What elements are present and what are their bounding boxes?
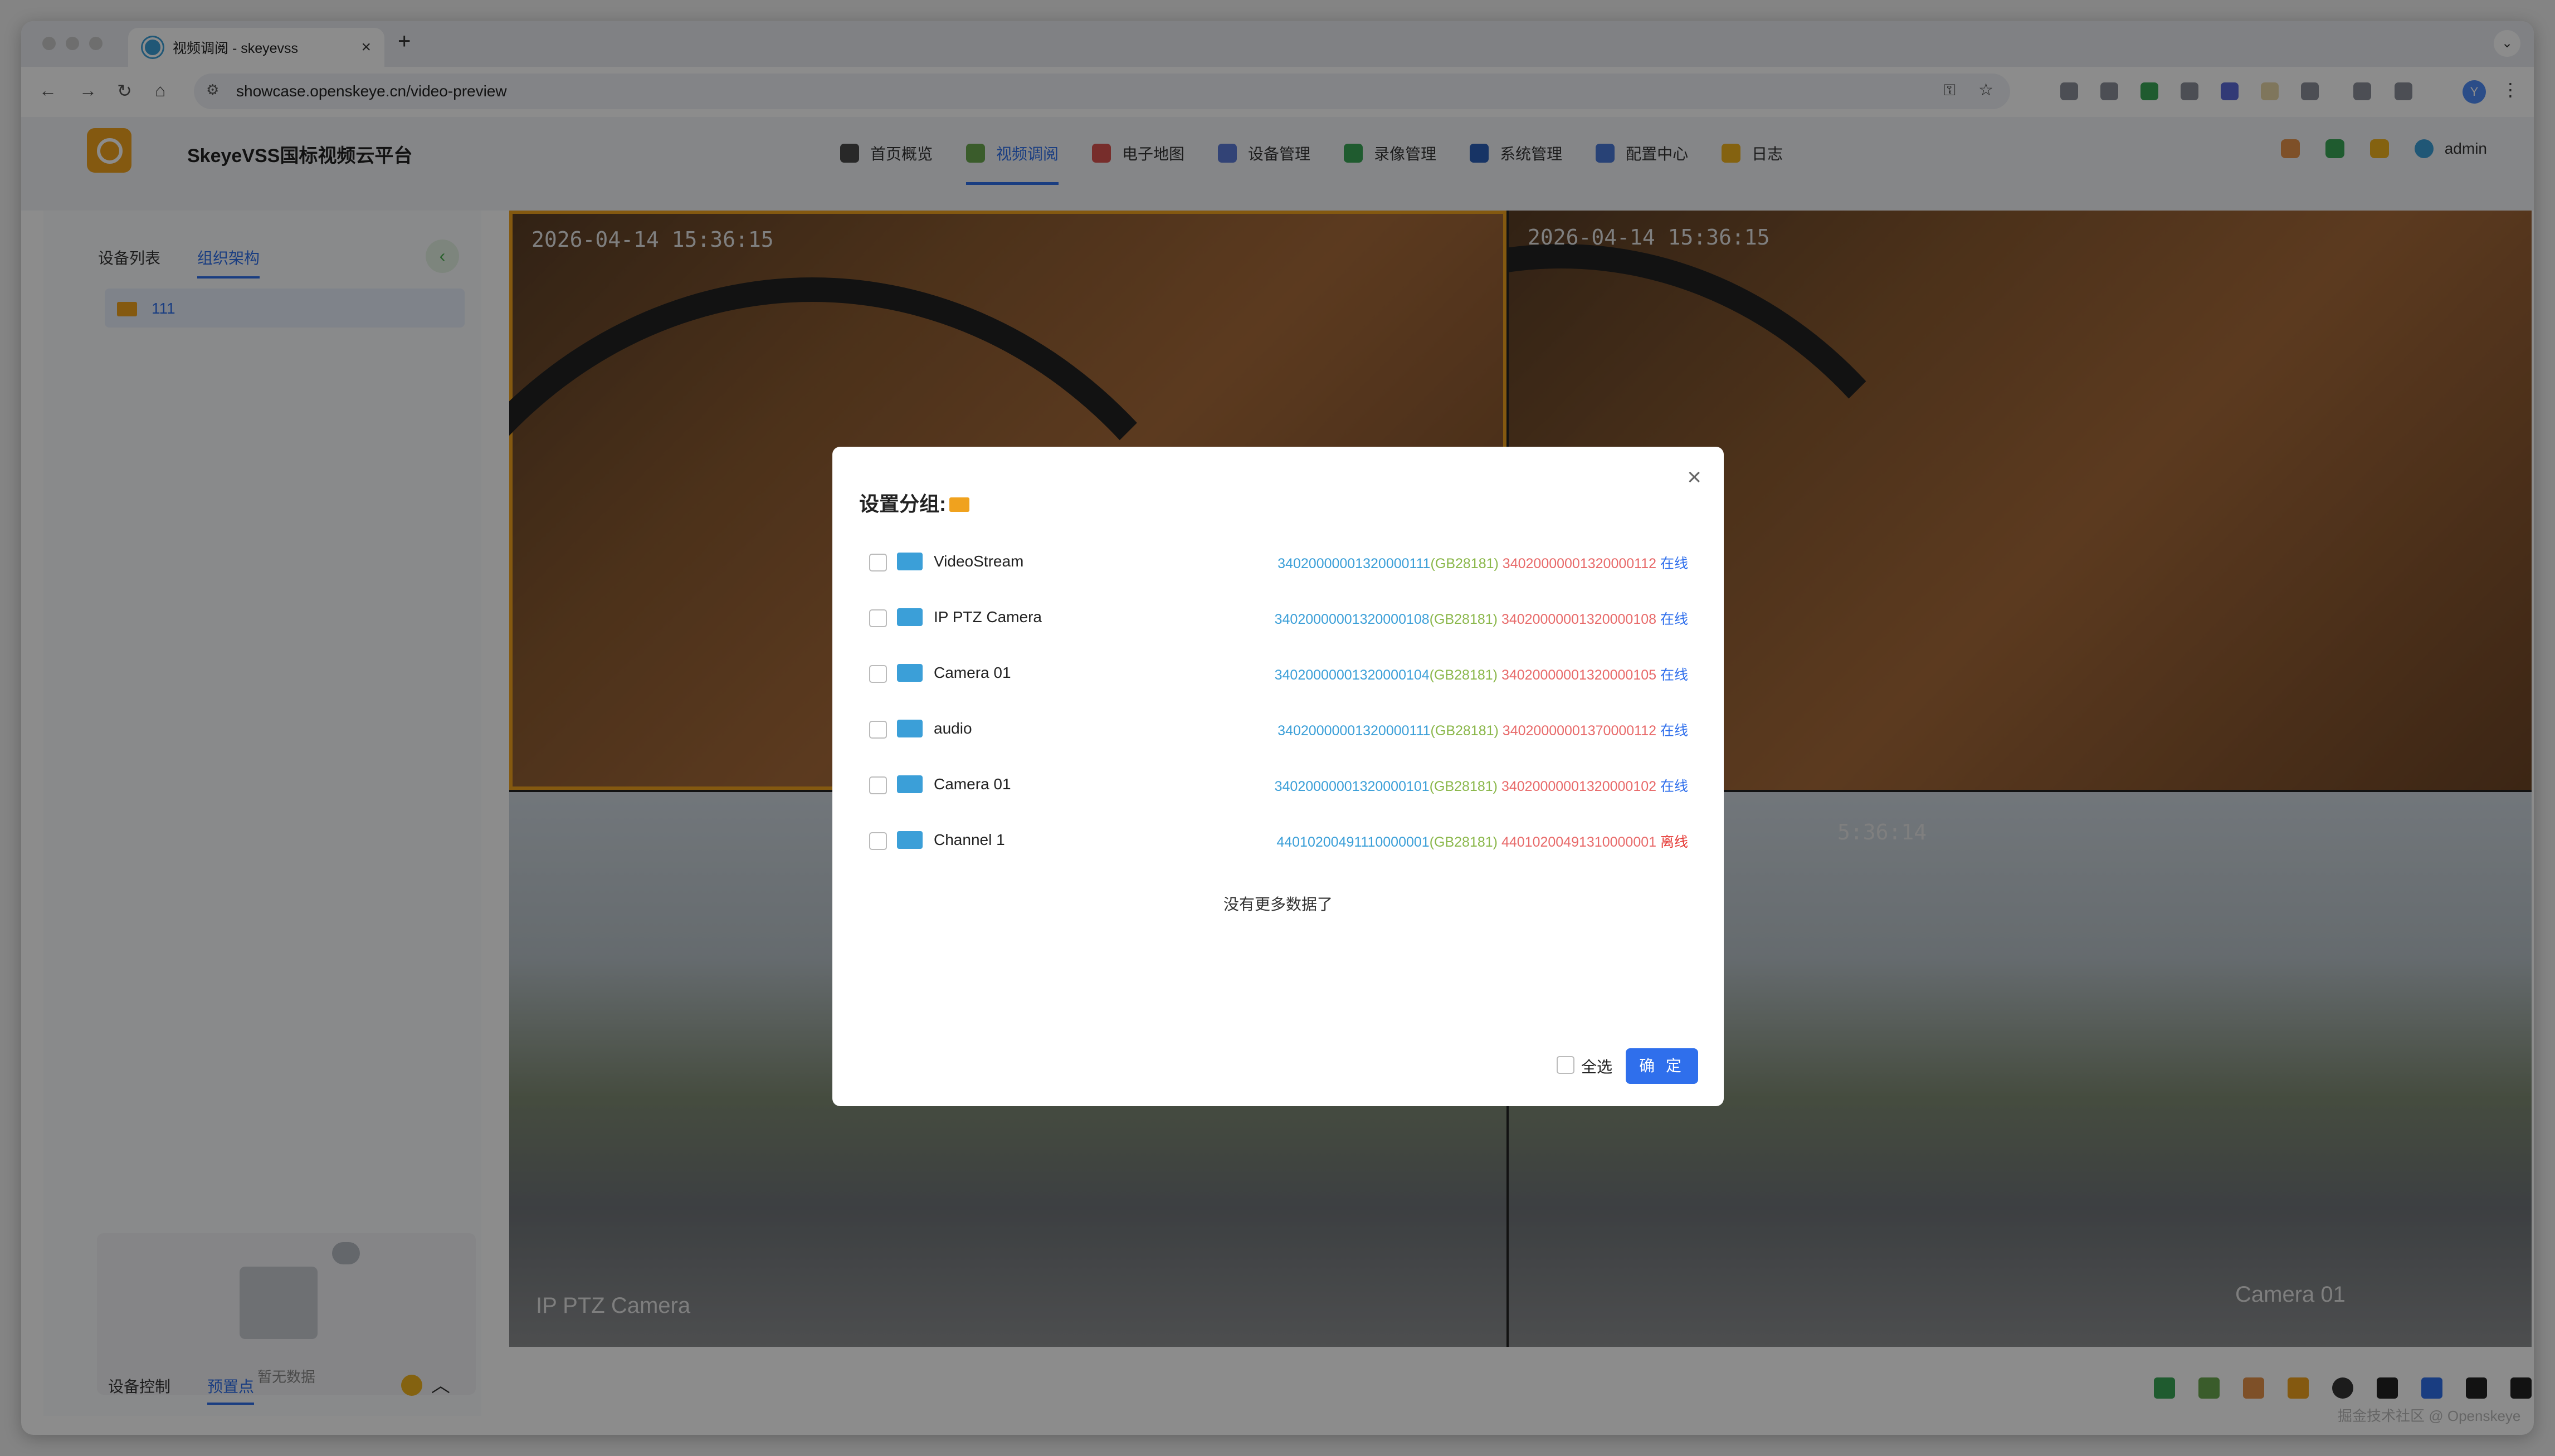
- camera-icon: [897, 720, 923, 737]
- no-more-data: 没有更多数据了: [1223, 896, 1333, 913]
- device-meta: 34020000001320000111(GB28181) 3402000000…: [1278, 723, 1688, 739]
- dialog-title: 设置分组:: [859, 488, 969, 517]
- camera-icon: [897, 553, 923, 570]
- device-name: VideoStream: [934, 553, 1024, 570]
- row-checkbox[interactable]: [869, 776, 887, 794]
- list-item[interactable]: Camera 01 34020000001320000101(GB28181) …: [869, 768, 1688, 801]
- device-name: Camera 01: [934, 664, 1011, 681]
- set-group-dialog: 设置分组: × VideoStream 34020000001320000111…: [832, 447, 1724, 1106]
- select-all-label[interactable]: 全选: [1581, 1055, 1612, 1077]
- list-item[interactable]: IP PTZ Camera 34020000001320000108(GB281…: [869, 600, 1688, 634]
- device-name: audio: [934, 720, 972, 737]
- select-all-checkbox[interactable]: [1557, 1056, 1574, 1074]
- device-name: Channel 1: [934, 831, 1005, 848]
- device-meta: 34020000001320000111(GB28181) 3402000000…: [1278, 556, 1688, 571]
- row-checkbox[interactable]: [869, 665, 887, 683]
- folder-icon: [949, 497, 969, 512]
- close-icon[interactable]: ×: [1687, 463, 1701, 491]
- camera-icon: [897, 664, 923, 682]
- list-item[interactable]: Channel 1 44010200491110000001(GB28181) …: [869, 823, 1688, 857]
- camera-icon: [897, 775, 923, 793]
- device-meta: 34020000001320000104(GB28181) 3402000000…: [1274, 667, 1688, 683]
- list-item[interactable]: VideoStream 34020000001320000111(GB28181…: [869, 545, 1688, 578]
- row-checkbox[interactable]: [869, 832, 887, 850]
- device-meta: 34020000001320000101(GB28181) 3402000000…: [1274, 779, 1688, 794]
- camera-icon: [897, 608, 923, 626]
- list-item[interactable]: audio 34020000001320000111(GB28181) 3402…: [869, 712, 1688, 745]
- confirm-button[interactable]: 确 定: [1626, 1048, 1698, 1084]
- camera-icon: [897, 831, 923, 849]
- list-item[interactable]: Camera 01 34020000001320000104(GB28181) …: [869, 656, 1688, 690]
- row-checkbox[interactable]: [869, 721, 887, 739]
- device-name: IP PTZ Camera: [934, 608, 1042, 626]
- row-checkbox[interactable]: [869, 609, 887, 627]
- device-meta: 44010200491110000001(GB28181) 4401020049…: [1276, 834, 1688, 850]
- device-name: Camera 01: [934, 775, 1011, 793]
- footer-watermark: 掘金技术社区 @ Openskeye: [2338, 1408, 2521, 1424]
- device-meta: 34020000001320000108(GB28181) 3402000000…: [1274, 612, 1688, 627]
- row-checkbox[interactable]: [869, 554, 887, 571]
